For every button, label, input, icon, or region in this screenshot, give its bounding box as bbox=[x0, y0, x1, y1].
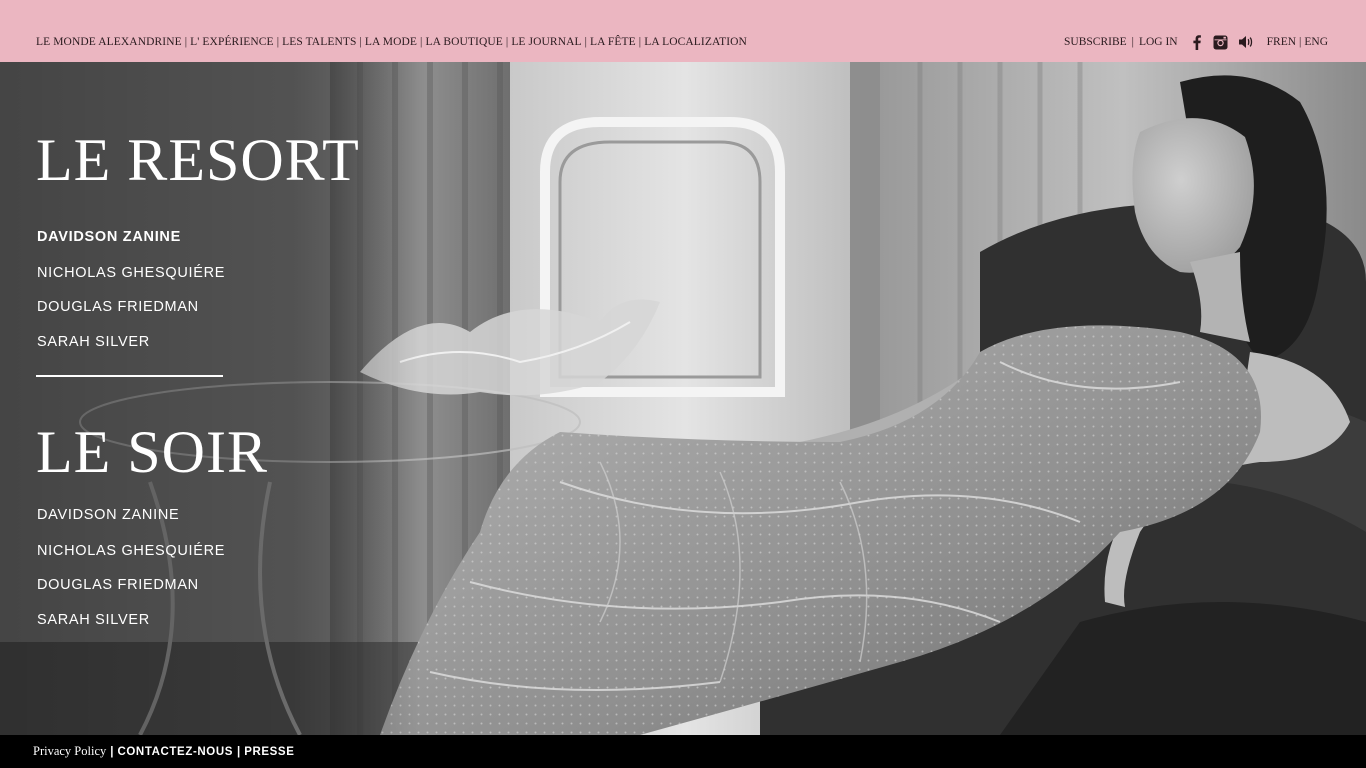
resort-item-douglas-friedman[interactable]: DOUGLAS FRIEDMAN bbox=[37, 299, 199, 315]
main-navigation: LE MONDE ALEXANDRINE | L' EXPÉRIENCE | LES T… bbox=[36, 36, 747, 48]
hero-section: LE RESORT DAVIDSON ZANINE NICHOLAS GHESQ… bbox=[0, 62, 1366, 735]
nav-separator: | bbox=[359, 36, 362, 48]
nav-la-boutique[interactable]: LA BOUTIQUE bbox=[425, 36, 502, 48]
nav-separator: | bbox=[584, 36, 588, 48]
contact-link[interactable]: CONTACTEZ-NOUS bbox=[117, 746, 233, 758]
nav-le-journal[interactable]: LE JOURNAL bbox=[511, 36, 581, 48]
instagram-icon[interactable] bbox=[1213, 35, 1228, 50]
soir-item-davidson-zanine[interactable]: DAVIDSON ZANINE bbox=[37, 507, 179, 523]
nav-l-experience[interactable]: L' EXPÉRIENCE bbox=[190, 36, 274, 48]
top-navigation-bar: LE MONDE ALEXANDRINE | L' EXPÉRIENCE | LES T… bbox=[0, 0, 1366, 62]
nav-le-monde-alexandrine[interactable]: LE MONDE ALEXANDRINE bbox=[36, 36, 182, 48]
nav-separator: | bbox=[276, 36, 280, 48]
nav-la-fete[interactable]: LA FÊTE bbox=[590, 36, 636, 48]
sound-icon[interactable] bbox=[1238, 35, 1253, 49]
lang-en-link[interactable]: EN bbox=[1281, 36, 1296, 48]
lang-fr-link[interactable]: FR bbox=[1267, 36, 1281, 48]
resort-item-nicholas-ghesquiere[interactable]: NICHOLAS GHESQUIÉRE bbox=[37, 265, 225, 281]
section-title-le-resort: LE RESORT bbox=[36, 127, 360, 193]
section-divider bbox=[36, 375, 223, 377]
soir-item-sarah-silver[interactable]: SARAH SILVER bbox=[37, 612, 150, 628]
nav-separator: | bbox=[638, 36, 642, 48]
footer: Privacy Policy | CONTACTEZ-NOUS | PRESSE bbox=[0, 735, 1366, 768]
utility-navigation: SUBSCRIBE | LOG IN FREN | ENG bbox=[1064, 34, 1328, 50]
subscribe-link[interactable]: SUBSCRIBE bbox=[1064, 36, 1127, 48]
nav-la-mode[interactable]: LA MODE bbox=[365, 36, 417, 48]
press-link[interactable]: PRESSE bbox=[244, 746, 294, 758]
resort-item-sarah-silver[interactable]: SARAH SILVER bbox=[37, 334, 150, 350]
lang-eng-link[interactable]: ENG bbox=[1304, 36, 1328, 48]
login-link[interactable]: LOG IN bbox=[1139, 36, 1178, 48]
section-title-le-soir: LE SOIR bbox=[36, 419, 268, 485]
footer-separator: | bbox=[237, 746, 241, 758]
utility-separator: | bbox=[1131, 36, 1134, 48]
facebook-icon[interactable] bbox=[1193, 34, 1201, 50]
footer-separator: | bbox=[110, 746, 114, 758]
nav-les-talents[interactable]: LES TALENTS bbox=[282, 36, 356, 48]
soir-item-nicholas-ghesquiere[interactable]: NICHOLAS GHESQUIÉRE bbox=[37, 543, 225, 559]
nav-la-localization[interactable]: LA LOCALIZATION bbox=[644, 36, 747, 48]
nav-separator: | bbox=[184, 36, 188, 48]
resort-item-davidson-zanine[interactable]: DAVIDSON ZANINE bbox=[37, 229, 181, 245]
language-switcher: FREN | ENG bbox=[1267, 36, 1328, 48]
soir-item-douglas-friedman[interactable]: DOUGLAS FRIEDMAN bbox=[37, 577, 199, 593]
privacy-policy-link[interactable]: Privacy Policy bbox=[33, 744, 106, 758]
footer-links: Privacy Policy | CONTACTEZ-NOUS | PRESSE bbox=[33, 744, 294, 759]
